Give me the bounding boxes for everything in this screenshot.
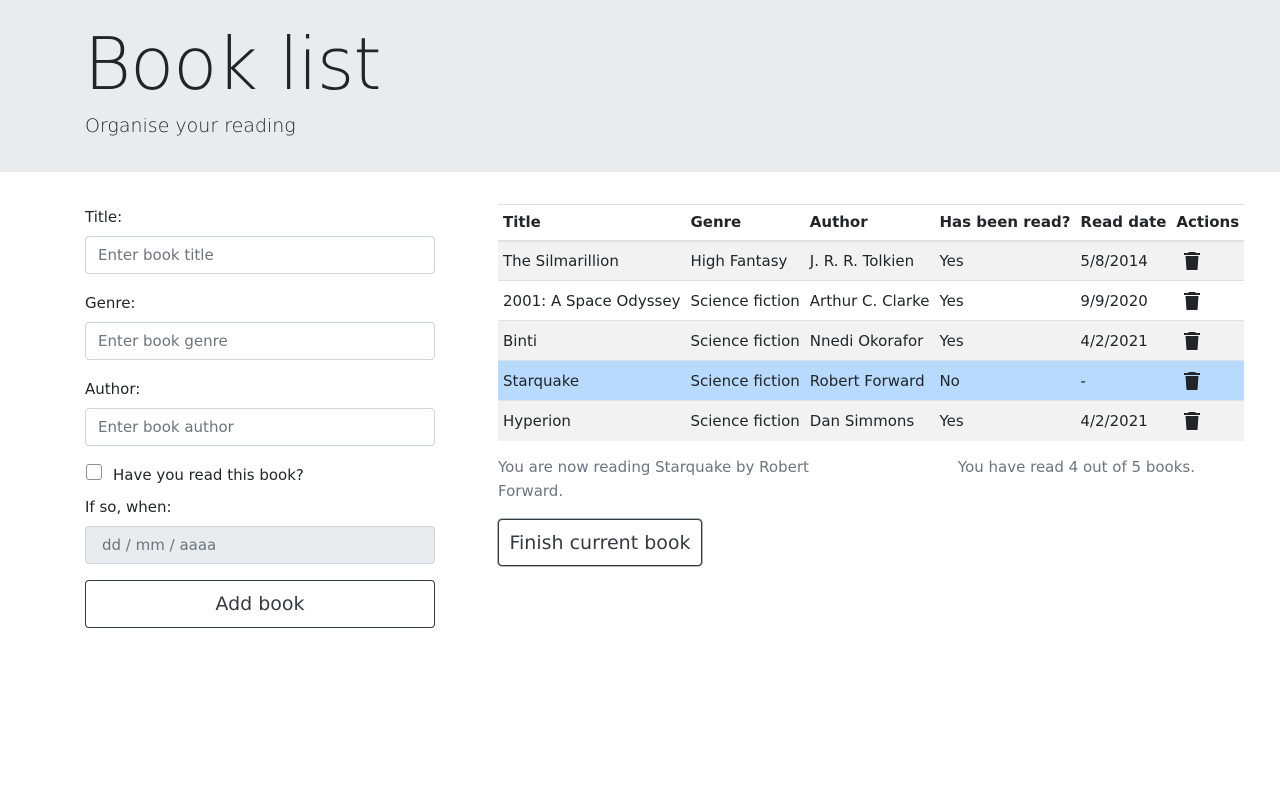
trash-icon[interactable] bbox=[1180, 249, 1204, 273]
table-row[interactable]: 2001: A Space Odyssey Science fiction Arth… bbox=[498, 280, 1245, 321]
column-header-read: Has been read? bbox=[934, 204, 1076, 242]
cell-actions bbox=[1171, 240, 1245, 281]
table-row[interactable]: The Silmarillion High Fantasy J. R. R. Tol… bbox=[498, 240, 1245, 281]
cell-date: - bbox=[1075, 360, 1172, 401]
trash-icon[interactable] bbox=[1180, 289, 1204, 313]
trash-icon[interactable] bbox=[1180, 369, 1204, 393]
cell-read: No bbox=[934, 360, 1076, 401]
cell-date: 9/9/2020 bbox=[1075, 280, 1172, 321]
table-row[interactable]: Binti Science fiction Nnedi Okorafor Yes 4/2… bbox=[498, 320, 1245, 361]
trash-icon[interactable] bbox=[1180, 329, 1204, 353]
cell-author: Arthur C. Clarke bbox=[804, 280, 935, 321]
title-input[interactable] bbox=[85, 236, 435, 274]
cell-title: Starquake bbox=[498, 360, 686, 401]
finish-current-book-button[interactable]: Finish current book bbox=[498, 519, 702, 566]
table-row[interactable]: Hyperion Science fiction Dan Simmons Yes 4/2… bbox=[498, 400, 1245, 441]
cell-genre: Science fiction bbox=[685, 320, 805, 361]
genre-input[interactable] bbox=[85, 322, 435, 360]
read-date-input[interactable] bbox=[85, 526, 435, 564]
cell-read: Yes bbox=[934, 280, 1076, 321]
column-header-date: Read date bbox=[1075, 204, 1172, 242]
cell-genre: High Fantasy bbox=[685, 240, 805, 281]
page-title: Book list bbox=[84, 22, 382, 106]
header-banner: Book list Organise your reading bbox=[0, 0, 1280, 172]
author-label: Author: bbox=[85, 380, 141, 398]
page-subtitle: Organise your reading bbox=[85, 115, 296, 137]
add-book-button[interactable]: Add book bbox=[85, 580, 435, 628]
cell-date: 5/8/2014 bbox=[1075, 240, 1172, 281]
column-header-actions: Actions bbox=[1171, 204, 1245, 242]
cell-title: Hyperion bbox=[498, 400, 686, 441]
cell-date: 4/2/2021 bbox=[1075, 400, 1172, 441]
read-count-text: You have read 4 out of 5 books. bbox=[957, 458, 1195, 476]
column-header-author: Author bbox=[804, 204, 935, 242]
cell-actions bbox=[1171, 400, 1245, 441]
trash-icon[interactable] bbox=[1180, 409, 1204, 433]
cell-read: Yes bbox=[934, 240, 1076, 281]
cell-actions bbox=[1171, 320, 1245, 361]
book-table: Title Genre Author Has been read? Read d… bbox=[498, 204, 1245, 441]
current-reading-text: You are now reading Starquake by Robert … bbox=[498, 458, 809, 500]
cell-date: 4/2/2021 bbox=[1075, 320, 1172, 361]
table-header-row: Title Genre Author Has been read? Read d… bbox=[498, 204, 1245, 242]
cell-actions bbox=[1171, 360, 1245, 401]
cell-title: 2001: A Space Odyssey bbox=[498, 280, 686, 321]
cell-author: Robert Forward bbox=[804, 360, 935, 401]
cell-author: Dan Simmons bbox=[804, 400, 935, 441]
cell-genre: Science fiction bbox=[685, 400, 805, 441]
read-checkbox-label: Have you read this book? bbox=[113, 466, 304, 484]
table-row[interactable]: Starquake Science fiction Robert Forward No… bbox=[498, 360, 1245, 401]
cell-title: Binti bbox=[498, 320, 686, 361]
cell-actions bbox=[1171, 280, 1245, 321]
column-header-title: Title bbox=[498, 204, 686, 242]
title-label: Title: bbox=[85, 208, 123, 226]
cell-genre: Science fiction bbox=[685, 280, 805, 321]
cell-author: J. R. R. Tolkien bbox=[804, 240, 935, 281]
read-checkbox[interactable] bbox=[86, 464, 102, 480]
author-input[interactable] bbox=[85, 408, 435, 446]
genre-label: Genre: bbox=[85, 294, 136, 312]
cell-author: Nnedi Okorafor bbox=[804, 320, 935, 361]
cell-genre: Science fiction bbox=[685, 360, 805, 401]
cell-read: Yes bbox=[934, 320, 1076, 361]
date-label: If so, when: bbox=[85, 498, 172, 516]
column-header-genre: Genre bbox=[685, 204, 805, 242]
cell-read: Yes bbox=[934, 400, 1076, 441]
cell-title: The Silmarillion bbox=[498, 240, 686, 281]
